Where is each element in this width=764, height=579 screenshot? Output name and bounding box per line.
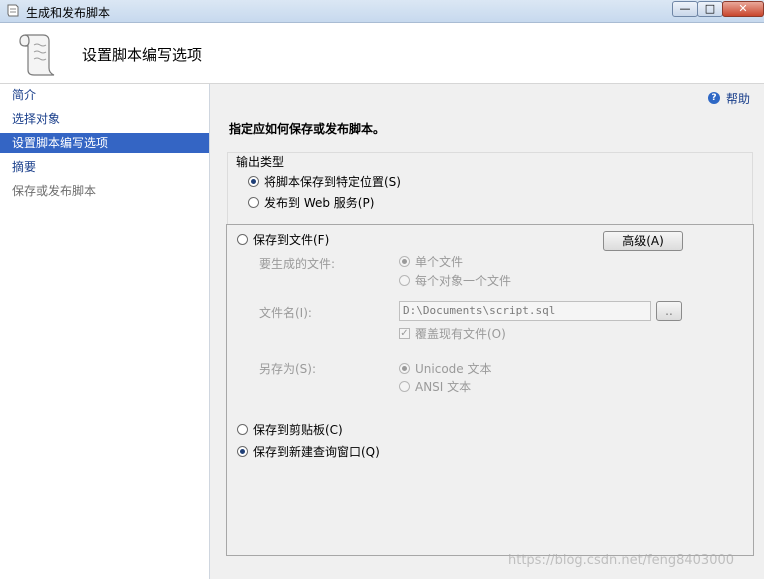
help-link[interactable]: ? 帮助	[708, 90, 750, 106]
wizard-nav: 简介 选择对象 设置脚本编写选项 摘要 保存或发布脚本	[0, 84, 210, 579]
save-options-panel: 保存到文件(F) 高级(A) 要生成的文件: 单个文件 每个对象一个文件 文件名…	[226, 224, 754, 556]
nav-item-choose-objects[interactable]: 选择对象	[0, 109, 209, 129]
radio-dot	[248, 176, 259, 187]
radio-dot	[399, 381, 410, 392]
checkbox-box: ✓	[399, 328, 410, 339]
overwrite-checkbox: ✓ 覆盖现有文件(O)	[399, 325, 506, 342]
radio-dot	[399, 256, 410, 267]
close-icon: ✕	[738, 2, 748, 15]
radio-ansi-text: ANSI 文本	[399, 378, 471, 395]
minimize-icon: —	[679, 2, 691, 15]
radio-label: 单个文件	[415, 255, 464, 269]
advanced-button[interactable]: 高级(A)	[603, 231, 683, 251]
radio-label: 保存到剪贴板(C)	[253, 423, 343, 437]
radio-dot	[237, 234, 248, 245]
radio-label: ANSI 文本	[415, 380, 472, 394]
main-panel: ? 帮助 指定应如何保存或发布脚本。 输出类型 将脚本保存到特定位置(S) 发布…	[210, 84, 764, 579]
scroll-icon	[19, 34, 55, 76]
nav-item-summary[interactable]: 摘要	[0, 157, 209, 177]
radio-dot	[237, 424, 248, 435]
close-button[interactable]: ✕	[722, 1, 764, 17]
output-type-label: 输出类型	[234, 153, 287, 170]
nav-item-save-publish: 保存或发布脚本	[12, 184, 97, 198]
watermark-text: https://blog.csdn.net/feng8403000	[508, 553, 735, 568]
radio-dot	[399, 275, 410, 286]
radio-label: 保存到新建查询窗口(Q)	[253, 445, 380, 459]
radio-dot	[399, 363, 410, 374]
maximize-icon: □	[704, 2, 716, 15]
filename-label: 文件名(I):	[259, 306, 312, 320]
radio-dot	[248, 197, 259, 208]
radio-save-to-file[interactable]: 保存到文件(F)	[237, 231, 329, 248]
title-bar: 生成和发布脚本 — □ ✕	[0, 0, 764, 23]
radio-unicode-text: Unicode 文本	[399, 360, 491, 377]
app-icon	[7, 4, 19, 17]
wizard-header: 设置脚本编写选项	[0, 23, 764, 84]
radio-save-to-location[interactable]: 将脚本保存到特定位置(S)	[248, 173, 401, 190]
instruction-text: 指定应如何保存或发布脚本。	[229, 122, 386, 136]
radio-publish-web[interactable]: 发布到 Web 服务(P)	[248, 194, 374, 211]
radio-dot	[237, 446, 248, 457]
nav-item-intro[interactable]: 简介	[0, 85, 209, 105]
checkbox-label: 覆盖现有文件(O)	[415, 327, 506, 341]
radio-label: 将脚本保存到特定位置(S)	[264, 175, 401, 189]
files-to-generate-label: 要生成的文件:	[259, 257, 336, 271]
radio-save-to-clipboard[interactable]: 保存到剪贴板(C)	[237, 421, 343, 438]
nav-item-scripting-options[interactable]: 设置脚本编写选项	[0, 133, 209, 153]
save-as-label: 另存为(S):	[259, 362, 317, 376]
radio-save-to-query-window[interactable]: 保存到新建查询窗口(Q)	[237, 443, 380, 460]
radio-single-file: 单个文件	[399, 253, 463, 270]
radio-label: 发布到 Web 服务(P)	[264, 196, 375, 210]
page-title: 设置脚本编写选项	[82, 46, 203, 64]
radio-file-per-object: 每个对象一个文件	[399, 272, 511, 289]
help-icon: ?	[708, 92, 720, 104]
maximize-button[interactable]: □	[697, 1, 723, 17]
output-type-group: 输出类型 将脚本保存到特定位置(S) 发布到 Web 服务(P)	[227, 152, 753, 232]
minimize-button[interactable]: —	[672, 1, 698, 17]
filename-input[interactable]: D:\Documents\script.sql	[399, 301, 651, 321]
help-label: 帮助	[726, 91, 751, 106]
radio-label: 保存到文件(F)	[253, 233, 330, 247]
radio-label: Unicode 文本	[415, 362, 492, 376]
radio-label: 每个对象一个文件	[415, 274, 512, 288]
browse-button[interactable]: ..	[656, 301, 682, 321]
window-title: 生成和发布脚本	[26, 6, 111, 20]
